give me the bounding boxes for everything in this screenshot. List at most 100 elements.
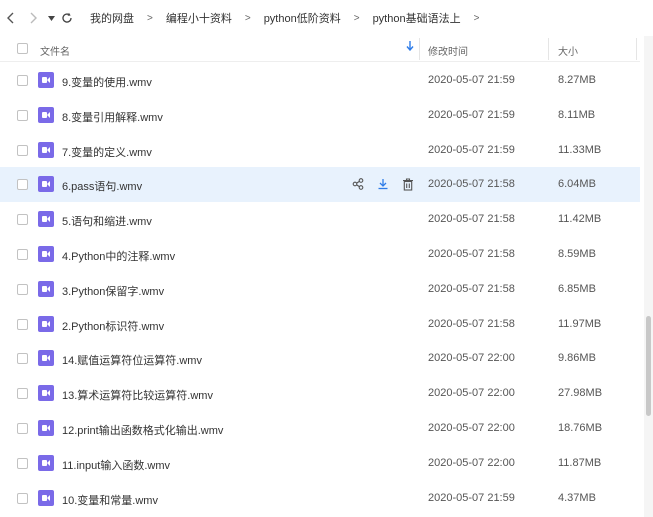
file-size: 6.85MB (558, 282, 596, 295)
row-checkbox[interactable] (17, 75, 28, 86)
file-modified-time: 2020-05-07 22:00 (428, 421, 515, 434)
video-file-icon (38, 454, 54, 471)
column-divider[interactable] (548, 38, 549, 60)
chevron-right-icon: > (244, 12, 251, 24)
file-row[interactable]: 10.变量和常量.wmv 2020-05-07 21:59 4.37MB (0, 481, 640, 516)
breadcrumb: 我的网盘 > 编程小十资料 > python低阶资料 > python基础语法上 > (90, 10, 492, 26)
video-file-icon (38, 141, 54, 158)
file-name[interactable]: 4.Python中的注释.wmv (62, 248, 175, 264)
file-modified-time: 2020-05-07 21:58 (428, 247, 515, 260)
file-name[interactable]: 3.Python保留字.wmv (62, 283, 164, 299)
video-file-icon (38, 245, 54, 262)
file-modified-time: 2020-05-07 21:59 (428, 74, 515, 86)
file-list: 9.变量的使用.wmv 2020-05-07 21:59 8.27MB 8.变量引用解… (0, 63, 640, 515)
row-checkbox[interactable] (17, 457, 28, 469)
file-name[interactable]: 12.print输出函数格式化输出.wmv (62, 422, 223, 438)
file-size: 18.76MB (558, 421, 603, 434)
scrollbar-thumb[interactable] (646, 316, 651, 416)
row-checkbox[interactable] (17, 109, 28, 121)
video-file-icon (38, 106, 54, 123)
chevron-right-icon[interactable] (22, 7, 44, 29)
file-name[interactable]: 14.赋值运算符位运算符.wmv (62, 352, 202, 368)
file-row[interactable]: 6.pass语句.wmv 2020-05-07 21:58 6.04MB (0, 167, 640, 203)
row-checkbox[interactable] (17, 492, 28, 504)
file-row[interactable]: 5.语句和缩进.wmv 2020-05-07 21:58 11.42MB (0, 202, 640, 237)
file-name[interactable]: 8.变量引用解释.wmv (62, 109, 163, 125)
file-modified-time: 2020-05-07 21:59 (428, 108, 515, 121)
breadcrumb-item[interactable]: 编程小十资料 (166, 10, 232, 26)
file-row[interactable]: 3.Python保留字.wmv 2020-05-07 21:58 6.85MB (0, 272, 640, 307)
file-modified-time: 2020-05-07 21:58 (428, 282, 515, 295)
row-checkbox[interactable] (17, 214, 28, 226)
file-size: 8.27MB (558, 74, 596, 86)
file-row[interactable]: 4.Python中的注释.wmv 2020-05-07 21:58 8.59MB (0, 237, 640, 272)
file-name[interactable]: 6.pass语句.wmv (62, 178, 142, 194)
row-checkbox[interactable] (17, 388, 28, 400)
chevron-right-icon: > (147, 12, 153, 24)
file-modified-time: 2020-05-07 21:59 (428, 491, 515, 504)
file-modified-time: 2020-05-07 22:00 (428, 456, 515, 469)
file-name[interactable]: 10.变量和常量.wmv (62, 492, 158, 508)
column-divider[interactable] (419, 38, 420, 60)
breadcrumb-bar: 我的网盘 > 编程小十资料 > python低阶资料 > python基础语法上 > (0, 0, 653, 36)
row-actions (351, 176, 415, 192)
file-modified-time: 2020-05-07 21:59 (428, 143, 515, 156)
sort-arrow-icon[interactable] (406, 41, 414, 54)
row-checkbox[interactable] (17, 283, 28, 295)
file-size: 27.98MB (558, 387, 603, 400)
file-name[interactable]: 7.变量的定义.wmv (62, 144, 152, 160)
chevron-right-icon: > (473, 12, 480, 24)
share-icon[interactable] (351, 176, 365, 192)
file-row[interactable]: 13.算术运算符比较运算符.wmv 2020-05-07 22:00 27.98MB (0, 376, 640, 411)
file-size: 11.33MB (558, 143, 602, 156)
file-row[interactable]: 12.print输出函数格式化输出.wmv 2020-05-07 22:00 18.… (0, 411, 640, 446)
file-modified-time: 2020-05-07 22:00 (428, 352, 515, 365)
breadcrumb-item[interactable]: 我的网盘 (90, 10, 134, 26)
refresh-icon[interactable] (58, 7, 76, 29)
video-file-icon (38, 350, 54, 367)
file-name[interactable]: 5.语句和缩进.wmv (62, 213, 152, 229)
file-size: 11.97MB (558, 317, 602, 330)
video-file-icon (38, 315, 54, 332)
file-size: 6.04MB (558, 178, 596, 191)
row-checkbox[interactable] (17, 179, 28, 191)
row-checkbox[interactable] (17, 144, 28, 156)
row-checkbox[interactable] (17, 248, 28, 260)
file-row[interactable]: 14.赋值运算符位运算符.wmv 2020-05-07 22:00 9.86MB (0, 341, 640, 376)
file-modified-time: 2020-05-07 22:00 (428, 387, 515, 400)
file-row[interactable]: 2.Python标识符.wmv 2020-05-07 21:58 11.97MB (0, 307, 640, 342)
file-name[interactable]: 2.Python标识符.wmv (62, 318, 164, 334)
file-modified-time: 2020-05-07 21:58 (428, 317, 515, 330)
chevron-right-icon: > (353, 12, 360, 24)
chevron-left-icon[interactable] (0, 7, 22, 29)
file-row[interactable]: 9.变量的使用.wmv 2020-05-07 21:59 8.27MB (0, 63, 640, 98)
column-header-time[interactable]: 修改时间 (428, 43, 468, 58)
column-header-name[interactable]: 文件名 (40, 43, 70, 58)
file-name[interactable]: 13.算术运算符比较运算符.wmv (62, 387, 213, 403)
video-file-icon (38, 211, 54, 228)
breadcrumb-item[interactable]: python低阶资料 (264, 10, 341, 26)
caret-down-icon[interactable] (44, 7, 58, 29)
row-checkbox[interactable] (17, 353, 28, 365)
scrollbar-track[interactable] (644, 36, 653, 517)
row-checkbox[interactable] (17, 318, 28, 330)
file-name[interactable]: 11.input输入函数.wmv (62, 457, 170, 473)
file-row[interactable]: 11.input输入函数.wmv 2020-05-07 22:00 11.87MB (0, 446, 640, 481)
row-checkbox[interactable] (17, 422, 28, 434)
download-icon[interactable] (376, 176, 390, 192)
video-file-icon (38, 385, 54, 402)
file-row[interactable]: 7.变量的定义.wmv 2020-05-07 21:59 11.33MB (0, 133, 640, 168)
file-size: 11.87MB (558, 456, 602, 469)
select-all-checkbox[interactable] (17, 43, 28, 54)
column-header-size[interactable]: 大小 (558, 43, 578, 58)
video-file-icon (38, 72, 54, 88)
column-divider[interactable] (636, 38, 637, 60)
delete-icon[interactable] (401, 176, 415, 192)
breadcrumb-item[interactable]: python基础语法上 (373, 10, 461, 26)
file-name[interactable]: 9.变量的使用.wmv (62, 74, 152, 90)
file-modified-time: 2020-05-07 21:58 (428, 213, 515, 226)
file-size: 8.59MB (558, 247, 596, 260)
file-row[interactable]: 8.变量引用解释.wmv 2020-05-07 21:59 8.11MB (0, 98, 640, 133)
file-size: 11.42MB (558, 213, 602, 226)
file-size: 9.86MB (558, 352, 596, 365)
